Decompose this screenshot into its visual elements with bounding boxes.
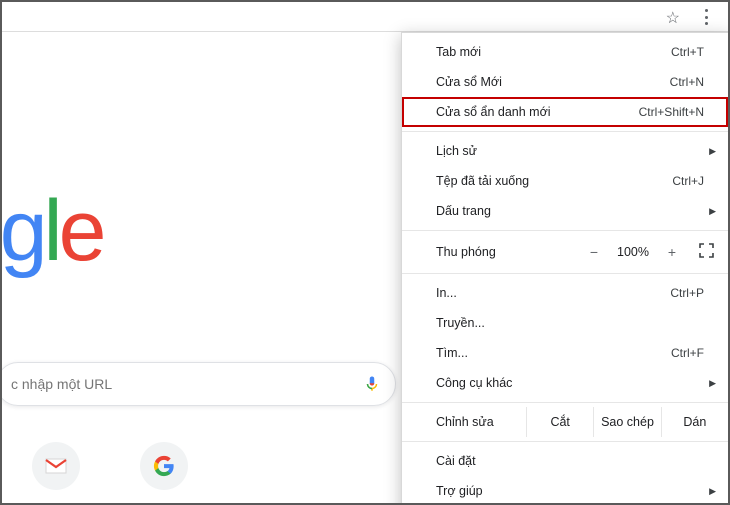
chevron-right-icon: ▶	[709, 146, 716, 157]
menu-downloads[interactable]: Tệp đã tải xuống Ctrl+J	[402, 166, 728, 196]
browser-toolbar: ☆	[2, 2, 728, 32]
shortcut-google[interactable]	[140, 442, 188, 490]
menu-shortcut: Ctrl+F	[671, 346, 704, 360]
menu-cast[interactable]: Truyền...	[402, 308, 728, 338]
menu-shortcut: Ctrl+J	[672, 174, 704, 188]
menu-new-window[interactable]: Cửa sổ Mới Ctrl+N	[402, 67, 728, 97]
chrome-menu-button[interactable]	[698, 9, 714, 25]
google-logo: oogle	[0, 182, 102, 281]
menu-separator	[402, 131, 728, 132]
bookmark-star-icon[interactable]: ☆	[666, 8, 680, 28]
shortcut-row	[32, 442, 188, 490]
search-input[interactable]	[11, 376, 363, 392]
zoom-value: 100%	[611, 245, 655, 259]
menu-label: Tìm...	[436, 346, 671, 360]
menu-label: Thu phóng	[436, 245, 577, 259]
chevron-right-icon: ▶	[709, 206, 716, 217]
menu-separator	[402, 441, 728, 442]
fullscreen-icon[interactable]	[699, 243, 714, 261]
menu-label: Truyền...	[436, 316, 704, 330]
menu-label: In...	[436, 286, 670, 300]
menu-settings[interactable]: Cài đặt	[402, 446, 728, 476]
menu-label: Cửa sổ Mới	[436, 75, 670, 89]
menu-label: Công cụ khác	[436, 376, 704, 390]
menu-label: Cài đặt	[436, 454, 704, 468]
menu-shortcut: Ctrl+Shift+N	[639, 105, 704, 119]
zoom-in-button[interactable]: +	[655, 244, 689, 260]
chevron-right-icon: ▶	[709, 378, 716, 389]
menu-history[interactable]: Lịch sử ▶	[402, 136, 728, 166]
menu-separator	[402, 230, 728, 231]
voice-search-icon[interactable]	[363, 372, 381, 396]
menu-shortcut: Ctrl+P	[670, 286, 704, 300]
search-box[interactable]	[0, 362, 396, 406]
menu-help[interactable]: Trợ giúp ▶	[402, 476, 728, 505]
edit-copy-button[interactable]: Sao chép	[593, 407, 660, 437]
menu-separator	[402, 273, 728, 274]
menu-new-tab[interactable]: Tab mới Ctrl+T	[402, 37, 728, 67]
menu-print[interactable]: In... Ctrl+P	[402, 278, 728, 308]
menu-shortcut: Ctrl+N	[670, 75, 704, 89]
menu-more-tools[interactable]: Công cụ khác ▶	[402, 368, 728, 398]
edit-cut-button[interactable]: Cắt	[526, 407, 593, 437]
menu-label: Tab mới	[436, 45, 671, 59]
menu-zoom: Thu phóng − 100% +	[402, 235, 728, 269]
menu-label: Trợ giúp	[436, 484, 704, 498]
menu-label: Cửa sổ ẩn danh mới	[436, 105, 639, 119]
menu-find[interactable]: Tìm... Ctrl+F	[402, 338, 728, 368]
browser-window: ☆ oogle Tab mới Ctrl+T	[0, 0, 730, 505]
menu-edit: Chỉnh sửa Cắt Sao chép Dán	[402, 407, 728, 437]
shortcut-gmail[interactable]	[32, 442, 80, 490]
chrome-menu: Tab mới Ctrl+T Cửa sổ Mới Ctrl+N Cửa sổ …	[401, 32, 729, 505]
menu-label: Chỉnh sửa	[436, 415, 526, 429]
menu-label: Lịch sử	[436, 144, 704, 158]
menu-label: Dấu trang	[436, 204, 704, 218]
zoom-out-button[interactable]: −	[577, 244, 611, 260]
menu-separator	[402, 402, 728, 403]
menu-shortcut: Ctrl+T	[671, 45, 704, 59]
chevron-right-icon: ▶	[709, 486, 716, 497]
menu-bookmarks[interactable]: Dấu trang ▶	[402, 196, 728, 226]
menu-incognito[interactable]: Cửa sổ ẩn danh mới Ctrl+Shift+N	[402, 97, 728, 127]
edit-paste-button[interactable]: Dán	[661, 407, 728, 437]
menu-label: Tệp đã tải xuống	[436, 174, 672, 188]
